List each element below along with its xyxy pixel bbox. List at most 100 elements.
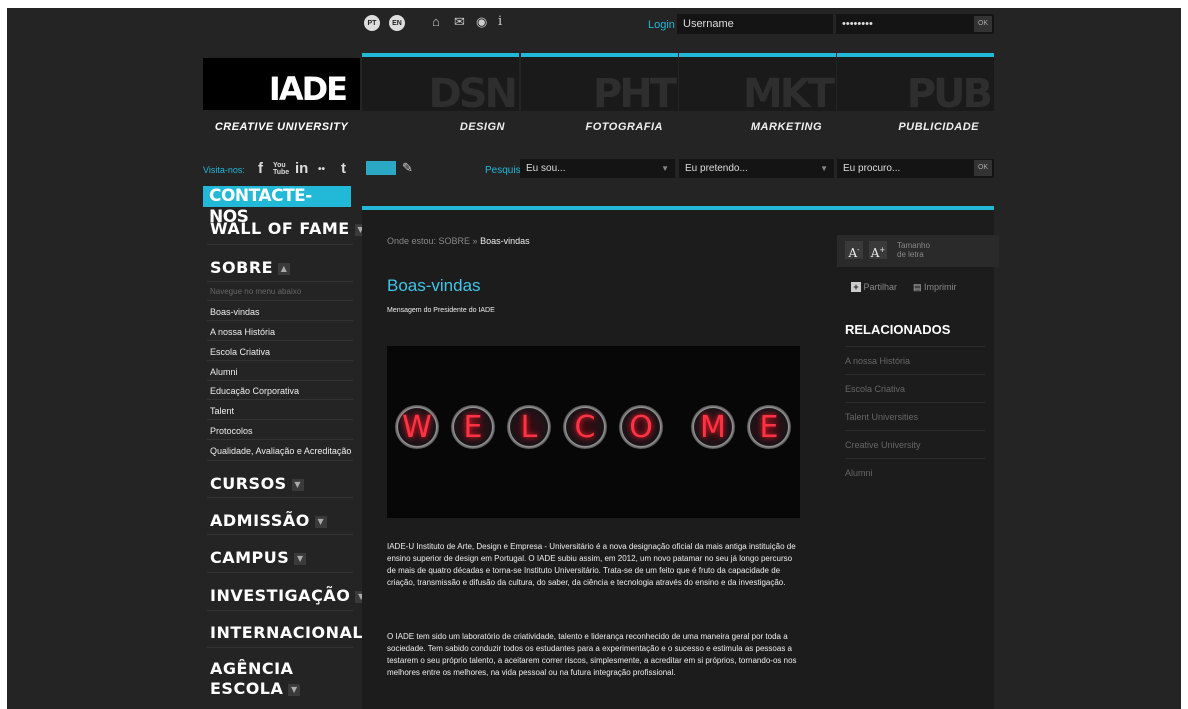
tagline: CREATIVE UNIVERSITY	[214, 121, 349, 133]
username-field[interactable]: Username	[677, 14, 833, 34]
info-icon[interactable]: i	[498, 14, 502, 29]
select-eu-sou[interactable]: Eu sou... ▼	[520, 159, 675, 178]
tumblr-icon[interactable]: t	[341, 160, 346, 177]
related-link-talent-universities[interactable]: Talent Universities	[845, 412, 918, 422]
welcome-image: W E L C O M E	[387, 346, 800, 518]
sidebar-investigacao-label: INVESTIGAÇÃO	[210, 586, 351, 605]
chevron-down-icon: ▼	[288, 683, 301, 696]
sidebar-internacional-label: INTERNACIONAL	[210, 623, 364, 642]
plus-box-icon: +	[851, 282, 861, 292]
sidebar-internacional[interactable]: INTERNACIONAL▼	[210, 623, 381, 642]
lang-pt-button[interactable]: PT	[364, 15, 380, 31]
sidebar-admissao[interactable]: ADMISSÃO ▼	[210, 511, 327, 530]
sidebar-agencia-escola-label: ESCOLA	[210, 679, 284, 698]
sidebar-agencia-escola[interactable]: ESCOLA ▼	[210, 679, 301, 698]
font-size-label: Tamanho de letra	[897, 241, 930, 259]
sidebar-sublink-qualidade[interactable]: Qualidade, Avaliação e Acreditação	[210, 446, 351, 456]
sidebar-note: Navegue no menu abaixo	[210, 287, 302, 296]
password-field[interactable]: •••••••• OK	[836, 14, 994, 34]
sidebar-sublink-alumni[interactable]: Alumni	[210, 367, 238, 377]
print-button[interactable]: ▤ Imprimir	[913, 282, 957, 293]
breadcrumb-prefix[interactable]: Onde estou: SOBRE »	[387, 236, 478, 246]
flickr-icon[interactable]: ••	[318, 164, 325, 175]
font-decrease-label: A	[848, 246, 858, 260]
nav-design-tile[interactable]: DSN	[362, 53, 519, 111]
chevron-up-icon: ▲	[278, 262, 291, 275]
nav-design-link[interactable]: DESIGN	[348, 121, 505, 133]
page-subtitle: Mensagem do Presidente do IADE	[387, 307, 495, 314]
divider	[207, 439, 353, 440]
nav-fotografia-tile[interactable]: PHT	[521, 53, 678, 111]
divider	[845, 430, 985, 431]
related-link-escola-criativa[interactable]: Escola Criativa	[845, 384, 905, 394]
lang-en-button[interactable]: EN	[389, 15, 405, 31]
print-label: Imprimir	[924, 282, 957, 292]
welcome-letter-c: C	[563, 405, 607, 449]
sidebar-cursos-label: CURSOS	[210, 474, 287, 493]
sidebar-sobre[interactable]: SOBRE ▲	[210, 258, 291, 277]
select-eu-procuro[interactable]: Eu procuro... OK	[837, 159, 994, 178]
font-size-label-line1: Tamanho	[897, 241, 930, 250]
divider	[845, 402, 985, 403]
facebook-icon[interactable]: f	[258, 160, 263, 177]
login-ok-button[interactable]: OK	[974, 16, 992, 32]
nav-publicidade-link[interactable]: PUBLICIDADE	[822, 121, 979, 133]
sidebar-sublink-educacao-corporativa[interactable]: Educação Corporativa	[210, 386, 299, 396]
sidebar-campus[interactable]: CAMPUS ▼	[210, 548, 307, 567]
divider	[207, 244, 353, 245]
password-value: ••••••••	[842, 18, 873, 30]
paragraph-1: IADE-U Instituto de Arte, Design e Empre…	[387, 542, 796, 587]
sidebar-wall-of-fame[interactable]: WALL OF FAME ▼	[210, 219, 367, 238]
sidebar-sublink-historia[interactable]: A nossa História	[210, 327, 275, 337]
sidebar-cursos[interactable]: CURSOS ▼	[210, 474, 304, 493]
linkedin-icon[interactable]: in	[295, 160, 308, 177]
welcome-letter-m: M	[691, 405, 735, 449]
sidebar-sublink-protocolos[interactable]: Protocolos	[210, 426, 253, 436]
sidebar-agencia-escola-line1[interactable]: AGÊNCIA	[210, 659, 293, 678]
window-frame-left	[0, 0, 7, 709]
nav-marketing-link[interactable]: MARKETING	[665, 121, 822, 133]
select-eu-pretendo[interactable]: Eu pretendo... ▼	[679, 159, 834, 178]
printer-icon: ▤	[913, 282, 922, 292]
chevron-down-icon: ▼	[294, 552, 307, 565]
divider	[207, 399, 353, 400]
nav-publicidade-tile[interactable]: PUB	[837, 53, 994, 111]
page-title: Boas-vindas	[387, 276, 481, 295]
divider	[207, 534, 353, 535]
sidebar-investigacao[interactable]: INVESTIGAÇÃO▼	[210, 586, 368, 605]
related-link-creative-university[interactable]: Creative University	[845, 440, 921, 450]
related-link-historia[interactable]: A nossa História	[845, 356, 910, 366]
eyedropper-icon[interactable]: ✎	[402, 160, 413, 176]
welcome-letter-e: E	[451, 405, 495, 449]
search-ok-button[interactable]: OK	[974, 160, 992, 176]
divider	[207, 610, 353, 611]
nav-ghost-mkt: MKT	[742, 71, 835, 111]
divider	[207, 419, 353, 420]
related-title: RELACIONADOS	[845, 322, 951, 337]
nav-marketing-tile[interactable]: MKT	[679, 53, 836, 111]
iade-logo[interactable]: IADE	[203, 58, 360, 110]
divider	[845, 458, 985, 459]
youtube-icon[interactable]: You Tube	[273, 162, 289, 176]
select-eu-pretendo-value: Eu pretendo...	[685, 163, 748, 174]
visit-label: Visita-nos:	[203, 165, 245, 175]
divider	[207, 647, 353, 648]
select-eu-procuro-value: Eu procuro...	[843, 163, 901, 174]
chat-icon[interactable]: ◉	[476, 14, 487, 30]
color-swatch[interactable]	[366, 161, 396, 175]
welcome-letter-o: O	[619, 405, 663, 449]
font-increase-button[interactable]: A+	[869, 241, 887, 260]
sidebar-sublink-escola-criativa[interactable]: Escola Criativa	[210, 347, 270, 357]
font-size-label-line2: de letra	[897, 250, 924, 259]
font-decrease-button[interactable]: A-	[845, 241, 863, 260]
select-eu-sou-value: Eu sou...	[526, 163, 566, 174]
sidebar-sublink-talent[interactable]: Talent	[210, 406, 234, 416]
sidebar-sublink-boas-vindas[interactable]: Boas-vindas	[210, 307, 260, 317]
mail-icon[interactable]: ✉	[454, 14, 465, 30]
nav-fotografia-link[interactable]: FOTOGRAFIA	[506, 121, 663, 133]
share-button[interactable]: + Partilhar	[851, 282, 897, 292]
share-label: Partilhar	[863, 282, 898, 292]
home-icon[interactable]: ⌂	[432, 14, 440, 29]
contact-button[interactable]: CONTACTE-NOS	[203, 186, 351, 227]
related-link-alumni[interactable]: Alumni	[845, 468, 873, 478]
